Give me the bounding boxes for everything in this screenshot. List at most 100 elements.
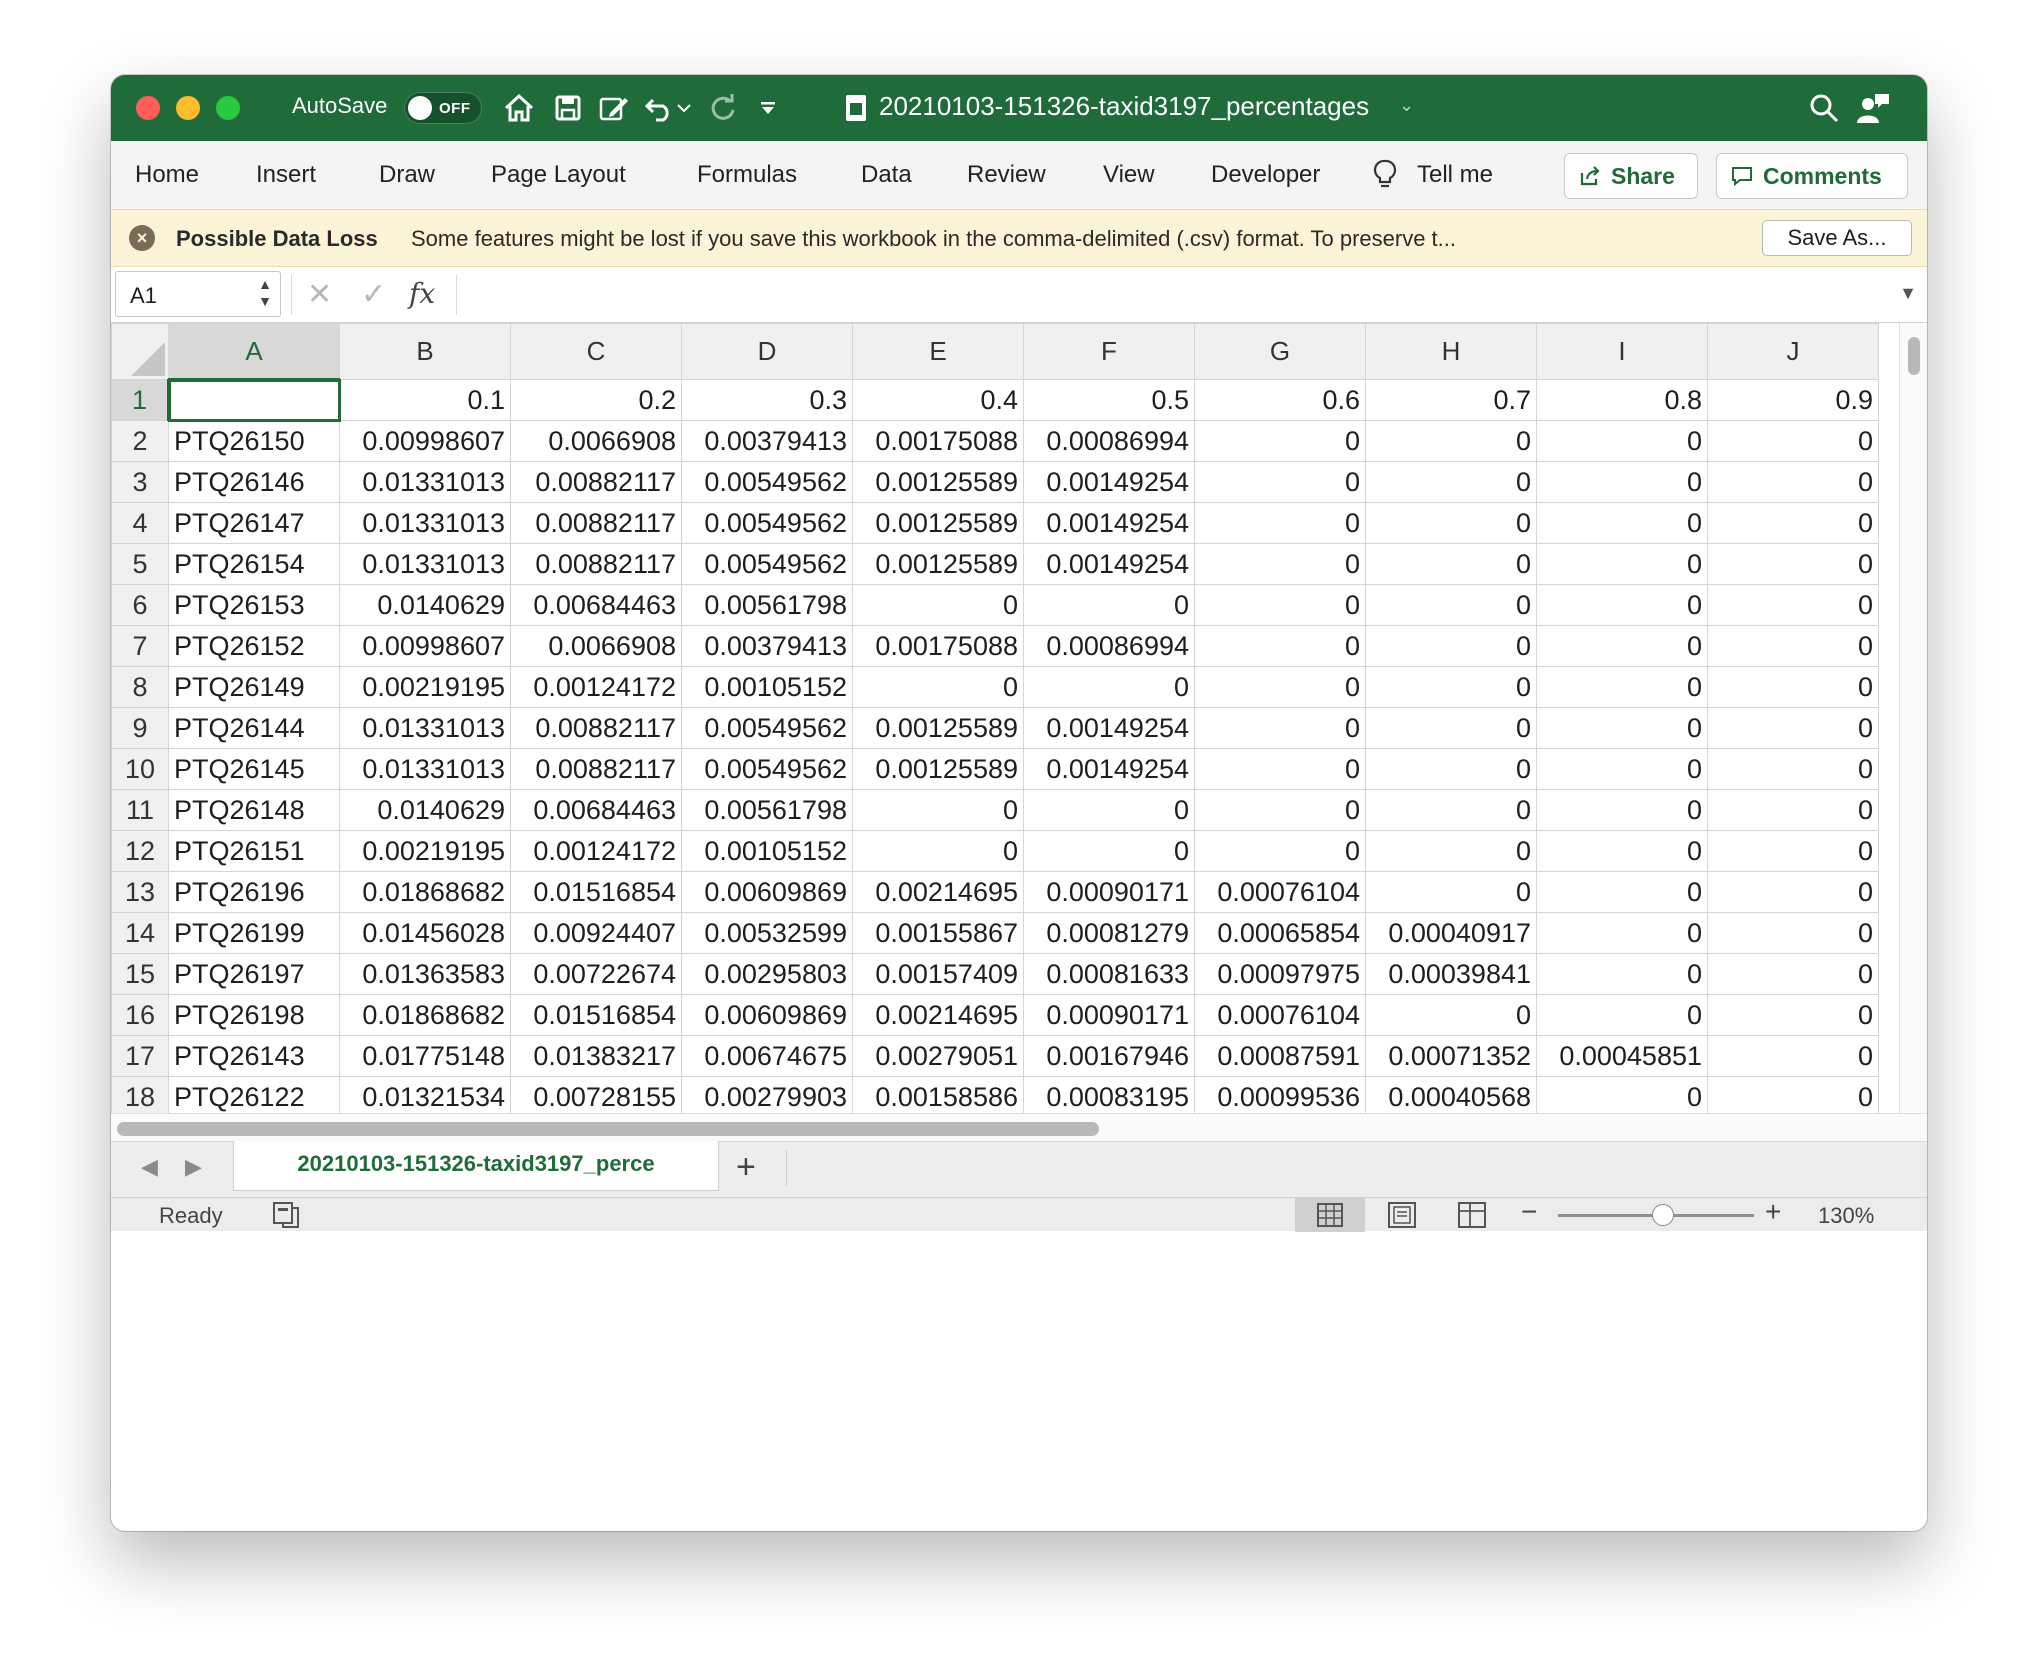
cell-i9[interactable]: 0 [1536,707,1708,749]
cell-e7[interactable]: 0.00175088 [852,625,1024,667]
cell-h8[interactable]: 0 [1365,666,1537,708]
tab-insert[interactable]: Insert [256,161,316,189]
cell-b9[interactable]: 0.01331013 [339,707,511,749]
cell-a3[interactable]: PTQ26146 [168,461,340,503]
cell-g11[interactable]: 0 [1194,789,1366,831]
cell-b13[interactable]: 0.01868682 [339,871,511,913]
cell-i7[interactable]: 0 [1536,625,1708,667]
share-person-icon[interactable] [1854,89,1892,127]
cell-i18[interactable]: 0 [1536,1076,1708,1113]
cell-d7[interactable]: 0.00379413 [681,625,853,667]
cell-j6[interactable]: 0 [1707,584,1879,626]
close-window-button[interactable] [136,96,160,120]
cell-c14[interactable]: 0.00924407 [510,912,682,954]
tab-home[interactable]: Home [135,161,199,189]
cell-h2[interactable]: 0 [1365,420,1537,462]
cell-j1[interactable]: 0.9 [1707,379,1879,421]
save-as-button[interactable]: Save As... [1762,220,1912,256]
cell-d17[interactable]: 0.00674675 [681,1035,853,1077]
cell-h6[interactable]: 0 [1365,584,1537,626]
tab-formulas[interactable]: Formulas [697,161,797,189]
cell-f3[interactable]: 0.00149254 [1023,461,1195,503]
cell-d9[interactable]: 0.00549562 [681,707,853,749]
select-all-corner[interactable] [111,323,169,380]
zoom-window-button[interactable] [216,96,240,120]
cell-g2[interactable]: 0 [1194,420,1366,462]
cell-a15[interactable]: PTQ26197 [168,953,340,995]
cell-a7[interactable]: PTQ26152 [168,625,340,667]
cell-b5[interactable]: 0.01331013 [339,543,511,585]
cell-b14[interactable]: 0.01456028 [339,912,511,954]
name-box-stepper-icon[interactable]: ▲ ▼ [258,276,272,310]
column-header-j[interactable]: J [1707,323,1879,380]
next-sheet-icon[interactable]: ▶ [185,1154,202,1180]
cell-c8[interactable]: 0.00124172 [510,666,682,708]
row-header[interactable]: 1 [111,379,170,421]
cell-b11[interactable]: 0.0140629 [339,789,511,831]
cell-c1[interactable]: 0.2 [510,379,682,421]
cell-a14[interactable]: PTQ26199 [168,912,340,954]
cell-b7[interactable]: 0.00998607 [339,625,511,667]
zoom-slider-handle[interactable] [1652,1204,1674,1226]
row-header[interactable]: 13 [111,871,169,913]
cell-i15[interactable]: 0 [1536,953,1708,995]
name-box[interactable]: A1 ▲ ▼ [115,271,281,317]
column-header-i[interactable]: I [1536,323,1708,380]
cell-d11[interactable]: 0.00561798 [681,789,853,831]
cell-h12[interactable]: 0 [1365,830,1537,872]
cell-e18[interactable]: 0.00158586 [852,1076,1024,1113]
cell-f6[interactable]: 0 [1023,584,1195,626]
cell-b3[interactable]: 0.01331013 [339,461,511,503]
share-button[interactable]: Share [1564,153,1698,199]
cell-b15[interactable]: 0.01363583 [339,953,511,995]
macro-recording-icon[interactable] [271,1200,301,1233]
cell-i8[interactable]: 0 [1536,666,1708,708]
horizontal-scroll-thumb[interactable] [117,1122,1099,1136]
cell-h5[interactable]: 0 [1365,543,1537,585]
cell-g7[interactable]: 0 [1194,625,1366,667]
cell-c7[interactable]: 0.0066908 [510,625,682,667]
cell-b16[interactable]: 0.01868682 [339,994,511,1036]
cell-a13[interactable]: PTQ26196 [168,871,340,913]
cell-d1[interactable]: 0.3 [681,379,853,421]
cell-f12[interactable]: 0 [1023,830,1195,872]
row-header[interactable]: 7 [111,625,169,667]
cell-g15[interactable]: 0.00097975 [1194,953,1366,995]
cell-c3[interactable]: 0.00882117 [510,461,682,503]
cell-g9[interactable]: 0 [1194,707,1366,749]
cell-f18[interactable]: 0.00083195 [1023,1076,1195,1113]
cell-c6[interactable]: 0.00684463 [510,584,682,626]
tab-tell-me[interactable]: Tell me [1417,161,1493,189]
cell-g4[interactable]: 0 [1194,502,1366,544]
cell-h4[interactable]: 0 [1365,502,1537,544]
cell-j15[interactable]: 0 [1707,953,1879,995]
autosave-toggle[interactable]: OFF [404,92,482,124]
row-header[interactable]: 9 [111,707,169,749]
tab-view[interactable]: View [1103,161,1155,189]
cell-c2[interactable]: 0.0066908 [510,420,682,462]
cell-a9[interactable]: PTQ26144 [168,707,340,749]
cell-f11[interactable]: 0 [1023,789,1195,831]
cell-c11[interactable]: 0.00684463 [510,789,682,831]
row-header[interactable]: 10 [111,748,169,790]
zoom-level[interactable]: 130% [1818,1203,1874,1229]
cell-i5[interactable]: 0 [1536,543,1708,585]
row-header[interactable]: 11 [111,789,169,831]
cell-h16[interactable]: 0 [1365,994,1537,1036]
tab-review[interactable]: Review [967,161,1046,189]
cell-f4[interactable]: 0.00149254 [1023,502,1195,544]
tab-data[interactable]: Data [861,161,912,189]
cell-c10[interactable]: 0.00882117 [510,748,682,790]
row-header[interactable]: 14 [111,912,169,954]
formula-input[interactable] [471,273,1855,317]
column-header-e[interactable]: E [852,323,1024,380]
cell-d12[interactable]: 0.00105152 [681,830,853,872]
cell-f2[interactable]: 0.00086994 [1023,420,1195,462]
cell-f9[interactable]: 0.00149254 [1023,707,1195,749]
cell-c9[interactable]: 0.00882117 [510,707,682,749]
cell-b10[interactable]: 0.01331013 [339,748,511,790]
cell-d2[interactable]: 0.00379413 [681,420,853,462]
cell-j17[interactable]: 0 [1707,1035,1879,1077]
cell-f13[interactable]: 0.00090171 [1023,871,1195,913]
zoom-out-button[interactable]: − [1521,1196,1537,1228]
